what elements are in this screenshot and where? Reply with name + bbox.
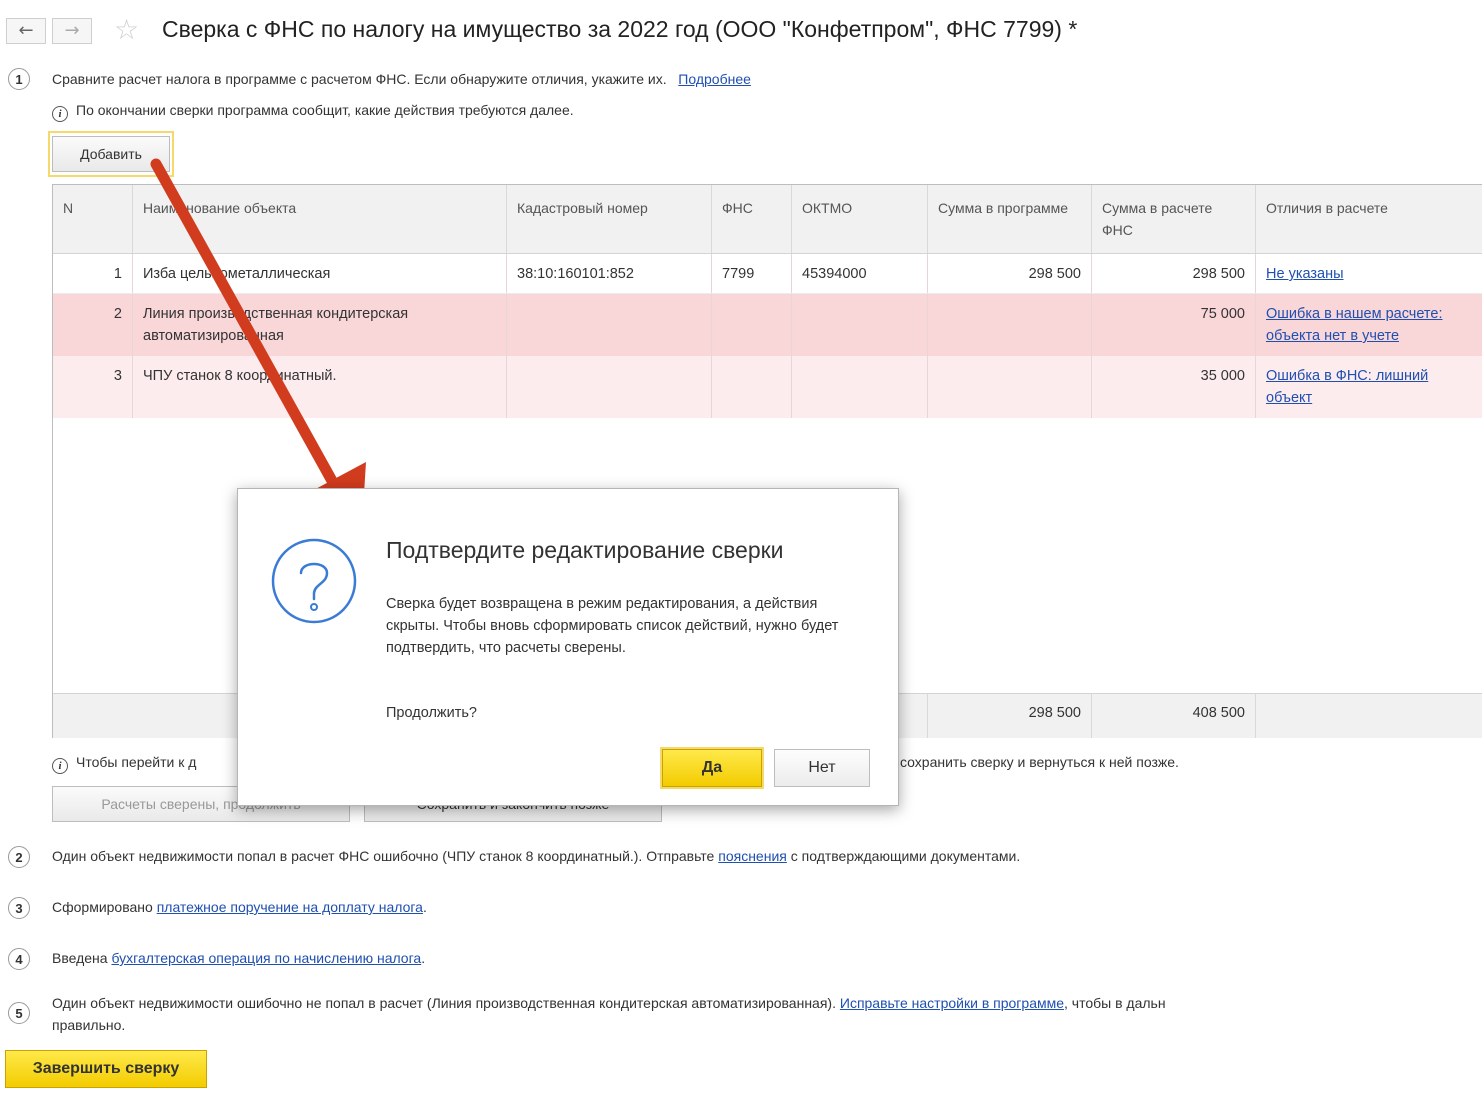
dialog-message: Сверка будет возвращена в режим редактир… (386, 596, 839, 656)
confirm-edit-dialog: Подтвердите редактирование сверки Сверка… (237, 488, 899, 806)
dialog-question: Продолжить? (386, 705, 477, 721)
no-button[interactable]: Нет (774, 749, 870, 787)
yes-button[interactable]: Да (660, 747, 764, 789)
question-icon (271, 538, 357, 624)
dialog-title: Подтвердите редактирование сверки (386, 537, 784, 563)
